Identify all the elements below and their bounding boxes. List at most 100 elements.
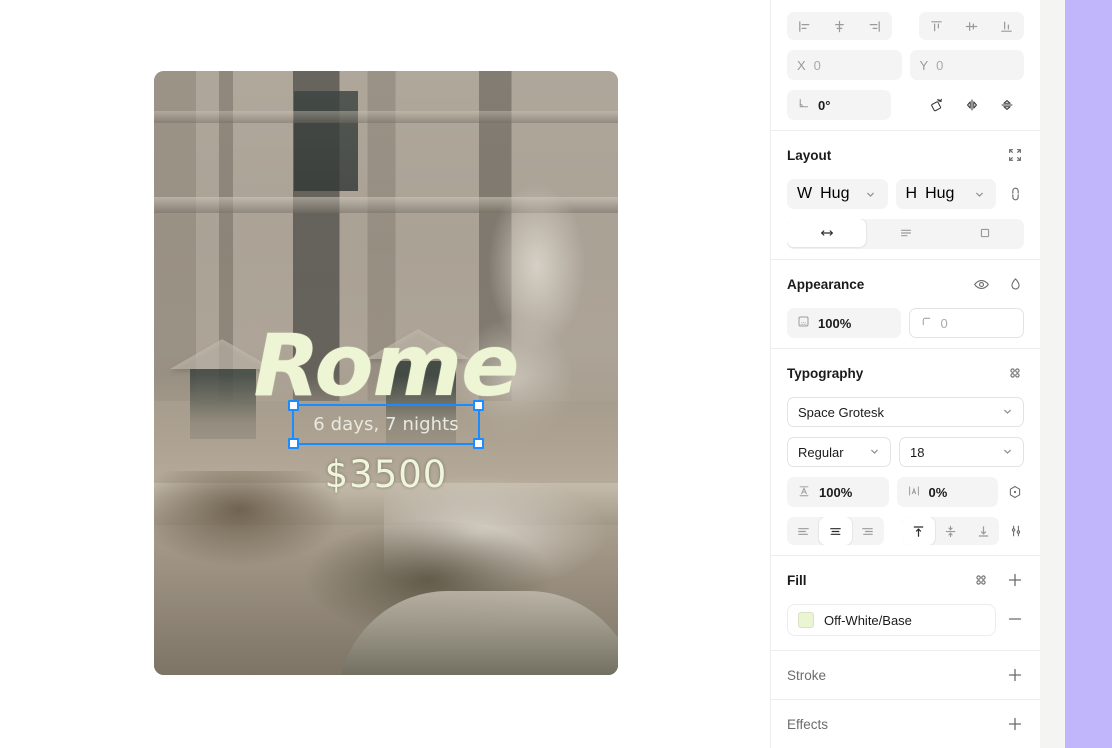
height-value: Hug (925, 185, 955, 202)
width-dropdown-chevron-down-icon[interactable] (854, 189, 888, 200)
layout-mode-group[interactable] (787, 219, 1024, 249)
text-lines-icon[interactable] (866, 219, 945, 247)
line-height-value: 100% (819, 484, 853, 500)
letter-spacing-value: 0% (928, 484, 948, 500)
width-control[interactable]: W Hug (787, 179, 888, 209)
align-center-horizontal-icon[interactable] (822, 12, 857, 40)
chevron-down-icon (869, 445, 880, 460)
fill-color-swatch[interactable] (798, 612, 814, 628)
artboard-price-text[interactable]: $3500 (154, 453, 618, 496)
text-bullet-icon[interactable] (1006, 483, 1024, 501)
flip-vertical-icon[interactable] (989, 91, 1024, 119)
link-dimensions-icon[interactable] (1006, 185, 1024, 203)
font-family-row: Space Grotesk (771, 397, 1040, 437)
align-top-icon[interactable] (919, 12, 954, 40)
align-bottom-icon[interactable] (989, 12, 1024, 40)
typography-title: Typography (787, 365, 864, 381)
opacity-value: 100% (818, 315, 852, 331)
typography-section-header: Typography (771, 349, 1040, 397)
line-height-input[interactable]: 100% (787, 477, 889, 507)
align-left-icon[interactable] (787, 12, 822, 40)
resize-handle-bottom-left[interactable] (288, 438, 299, 449)
selected-text-layer[interactable]: 6 days, 7 nights (294, 406, 478, 443)
opacity-icon (797, 315, 810, 331)
selection-bounding-box[interactable]: 6 days, 7 nights (288, 400, 484, 449)
fill-styles-icon[interactable] (972, 571, 990, 589)
add-stroke-icon[interactable] (1006, 666, 1024, 684)
resize-handle-top-left[interactable] (288, 400, 299, 411)
collapse-arrows-icon[interactable] (1006, 146, 1024, 164)
text-align-center-icon[interactable] (819, 517, 852, 545)
appearance-section-header: Appearance (771, 260, 1040, 308)
clip-content-icon[interactable] (945, 219, 1024, 247)
letter-spacing-input[interactable]: 0% (896, 477, 998, 507)
rotate-icon[interactable] (919, 91, 954, 119)
font-size-select[interactable]: 18 (899, 437, 1024, 467)
resize-horizontal-icon[interactable] (787, 219, 866, 247)
type-settings-icon[interactable] (1007, 522, 1024, 540)
align-right-icon[interactable] (857, 12, 892, 40)
font-family-value: Space Grotesk (798, 404, 884, 420)
text-align-horizontal-group[interactable] (787, 517, 885, 545)
x-position-input[interactable]: X 0 (787, 50, 902, 80)
flip-horizontal-icon[interactable] (954, 91, 989, 119)
font-family-select[interactable]: Space Grotesk (787, 397, 1024, 427)
right-edge-accent-strip (1065, 0, 1112, 748)
eye-icon[interactable] (972, 275, 990, 293)
chevron-down-icon (1002, 445, 1013, 460)
letter-spacing-icon (907, 484, 921, 501)
align-horizontal-group[interactable] (787, 12, 892, 40)
text-align-vertical-group[interactable] (902, 517, 1000, 545)
rotation-icon (797, 97, 810, 113)
y-position-input[interactable]: Y 0 (909, 50, 1024, 80)
add-effect-icon[interactable] (1006, 715, 1024, 733)
transform-tools-group[interactable] (919, 91, 1024, 119)
panel-gap-strip (1040, 0, 1065, 748)
width-value: Hug (820, 185, 850, 202)
height-dropdown-chevron-down-icon[interactable] (962, 189, 996, 200)
fill-style-name: Off-White/Base (824, 612, 912, 628)
canvas-area[interactable]: Rome $3500 6 days, 7 nights (0, 0, 770, 748)
rotation-input[interactable]: 0° (787, 90, 891, 120)
text-align-middle-icon[interactable] (935, 517, 967, 545)
layout-mode-row (771, 219, 1040, 259)
align-vertical-group[interactable] (919, 12, 1024, 40)
opacity-input[interactable]: 100% (787, 308, 901, 338)
blend-drop-icon[interactable] (1006, 275, 1024, 293)
artboard-title-text[interactable]: Rome (154, 323, 618, 409)
text-align-left-icon[interactable] (787, 517, 819, 545)
corner-radius-input[interactable]: 0 (908, 308, 1024, 338)
height-control[interactable]: H Hug (895, 179, 996, 209)
align-center-vertical-icon[interactable] (954, 12, 989, 40)
line-height-icon (797, 484, 811, 501)
text-alignment-row (771, 517, 1040, 555)
resize-handle-top-right[interactable] (473, 400, 484, 411)
font-metrics-row: 100% 0% (771, 477, 1040, 517)
typography-settings-icon[interactable] (1006, 364, 1024, 382)
font-weight-select[interactable]: Regular (787, 437, 891, 467)
add-fill-icon[interactable] (1006, 571, 1024, 589)
corner-radius-icon (920, 315, 933, 331)
artboard-travel-card[interactable]: Rome $3500 (154, 71, 618, 675)
y-value: 0 (936, 57, 944, 73)
stroke-title: Stroke (787, 667, 827, 683)
resize-handle-bottom-right[interactable] (473, 438, 484, 449)
height-label: H (905, 185, 918, 202)
text-align-right-icon[interactable] (852, 517, 884, 545)
remove-fill-icon[interactable] (1006, 610, 1024, 631)
alignment-row (771, 0, 1040, 50)
fill-style-chip[interactable]: Off-White/Base (787, 604, 996, 636)
effects-section-header[interactable]: Effects (771, 700, 1040, 748)
properties-panel: X 0 Y 0 0° Layout W Hug H Hug Appearance… (770, 0, 1040, 748)
design-tool-window: Rome $3500 6 days, 7 nights X 0 Y 0 0° L… (0, 0, 1112, 748)
layout-title: Layout (787, 147, 832, 163)
position-row: X 0 Y 0 (771, 50, 1040, 90)
text-align-bottom-icon[interactable] (967, 517, 999, 545)
x-value: 0 (813, 57, 821, 73)
font-style-row: Regular 18 (771, 437, 1040, 477)
text-align-top-icon[interactable] (902, 517, 935, 545)
x-label: X (797, 57, 806, 73)
stroke-section-header[interactable]: Stroke (771, 651, 1040, 699)
rotation-value: 0° (818, 97, 831, 113)
appearance-row: 100% 0 (771, 308, 1040, 348)
